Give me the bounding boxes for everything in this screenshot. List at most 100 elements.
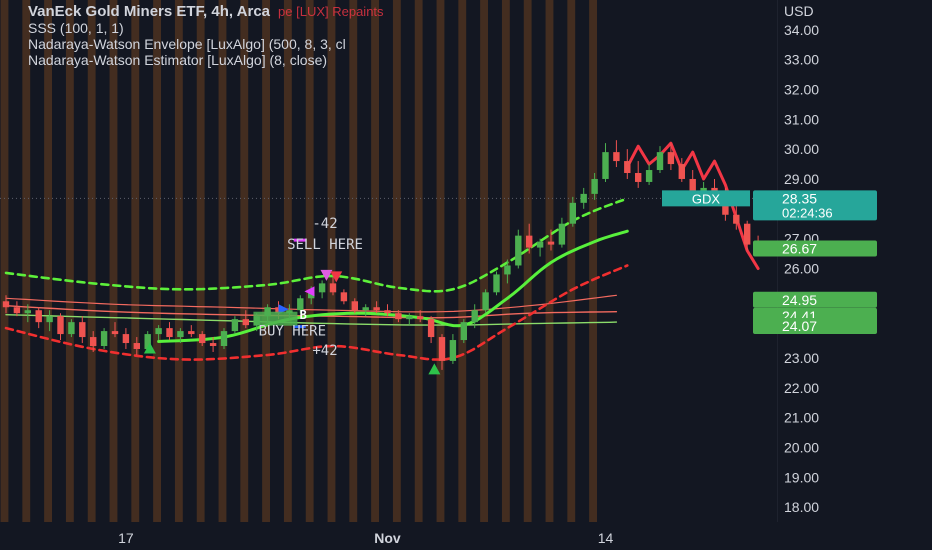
signal-annotation: -42 bbox=[312, 216, 337, 232]
candle-body bbox=[340, 292, 348, 302]
bar-stripe bbox=[0, 0, 9, 522]
candle-body bbox=[482, 292, 489, 311]
bar-stripe bbox=[262, 0, 270, 522]
price-label-text: 26.67 bbox=[782, 240, 817, 256]
price-tick: 32.00 bbox=[784, 81, 819, 97]
bar-stripe bbox=[371, 0, 379, 522]
price-tick: 21.00 bbox=[784, 410, 819, 426]
price-tick: 26.00 bbox=[784, 260, 819, 276]
time-tick: 14 bbox=[598, 530, 614, 546]
bar-stripe bbox=[283, 0, 292, 522]
legend-sss: SSS (100, 1, 1) bbox=[28, 20, 124, 36]
candle-body bbox=[155, 328, 162, 335]
nw-envelope bbox=[4, 141, 760, 361]
candle-body bbox=[536, 241, 544, 248]
bar-stripe bbox=[44, 0, 52, 522]
bar-stripe bbox=[131, 0, 140, 522]
candle-body bbox=[678, 164, 685, 179]
candle-body bbox=[188, 331, 195, 335]
candle-body bbox=[68, 322, 75, 335]
legend-nw-envelope: Nadaraya-Watson Envelope [LuxAlgo] (500,… bbox=[28, 36, 346, 52]
candle-body bbox=[656, 152, 664, 171]
candle-body bbox=[122, 334, 130, 344]
price-label-text: 24.07 bbox=[782, 318, 817, 334]
time-axis[interactable] bbox=[0, 522, 932, 550]
bar-stripe bbox=[87, 0, 96, 522]
bar-stripe bbox=[174, 0, 183, 522]
candle-body bbox=[613, 152, 620, 162]
price-tick: 22.00 bbox=[784, 380, 819, 396]
candle-body bbox=[318, 283, 326, 293]
candle-body bbox=[100, 331, 108, 347]
candle-body bbox=[231, 319, 239, 332]
candle-body bbox=[471, 310, 478, 323]
candle-body bbox=[667, 152, 675, 165]
candle-body bbox=[569, 202, 576, 224]
candle-body bbox=[526, 235, 533, 248]
bar-stripe bbox=[523, 0, 532, 522]
candle-body bbox=[395, 313, 402, 320]
bar-stripe bbox=[567, 0, 576, 522]
candle-body bbox=[90, 337, 97, 347]
signal-annotation: BUY HERE bbox=[259, 324, 326, 340]
candle-body bbox=[351, 301, 358, 311]
bar-stripe bbox=[305, 0, 314, 522]
candle-body bbox=[515, 235, 522, 266]
candle-body bbox=[417, 316, 424, 320]
legend-title: VanEck Gold Miners ETF, 4h, Arca pe [LUX]… bbox=[28, 4, 384, 20]
candle-body bbox=[591, 178, 598, 194]
bar-stripe bbox=[436, 0, 445, 522]
price-tick: 30.00 bbox=[784, 141, 819, 157]
candle-body bbox=[384, 310, 391, 314]
candle-body bbox=[438, 337, 446, 361]
price-label-text: 28.35 bbox=[782, 190, 817, 206]
candle-body bbox=[427, 319, 435, 338]
candle-body bbox=[645, 170, 653, 182]
candle-body bbox=[242, 319, 249, 326]
candle-body bbox=[504, 265, 511, 275]
bar-stripe bbox=[414, 0, 423, 522]
candle-body bbox=[460, 322, 467, 341]
chart-legend: VanEck Gold Miners ETF, 4h, Arca pe [LUX]… bbox=[28, 4, 384, 69]
bar-stripe bbox=[392, 0, 401, 522]
candle-body bbox=[624, 161, 631, 174]
candle-body bbox=[35, 310, 42, 323]
candle-body bbox=[2, 301, 10, 308]
price-tick: 33.00 bbox=[784, 52, 819, 68]
price-tick: 19.00 bbox=[784, 469, 819, 485]
legend-title-suffix: pe [LUX] Repaints bbox=[278, 4, 384, 19]
candle-body bbox=[79, 322, 86, 338]
price-tick: 18.00 bbox=[784, 499, 819, 515]
bar-stripe bbox=[501, 0, 510, 522]
bar-stripe bbox=[196, 0, 205, 522]
time-tick: 17 bbox=[118, 530, 134, 546]
bar-stripe bbox=[240, 0, 249, 522]
candle-body bbox=[362, 307, 369, 311]
candle-body bbox=[580, 193, 587, 203]
candle-body bbox=[220, 331, 228, 347]
signal-annotation: B bbox=[300, 308, 307, 322]
candle-body bbox=[744, 223, 751, 245]
candle-body bbox=[24, 310, 31, 314]
bar-stripe bbox=[349, 0, 358, 522]
candle-body bbox=[558, 223, 566, 245]
bar-stripe bbox=[65, 0, 74, 522]
candle-body bbox=[166, 328, 173, 338]
price-tick: 31.00 bbox=[784, 111, 819, 127]
candle-body bbox=[111, 331, 119, 335]
currency-label: USD bbox=[784, 3, 814, 19]
candle-body bbox=[13, 307, 21, 314]
candle-body bbox=[733, 214, 740, 224]
bar-stripe bbox=[153, 0, 161, 522]
price-tick: 34.00 bbox=[784, 22, 819, 38]
countdown-text: 02:24:36 bbox=[782, 205, 833, 220]
candle-body bbox=[547, 241, 555, 245]
signal-annotation: SELL HERE bbox=[287, 237, 363, 253]
bar-stripe bbox=[22, 0, 31, 522]
bar-stripe bbox=[589, 0, 597, 522]
symbol-tag-text: GDX bbox=[692, 191, 721, 206]
candle-body bbox=[493, 274, 500, 293]
price-tick: 23.00 bbox=[784, 350, 819, 366]
price-chart[interactable]: -42 SELL HERE BUY HERE +42 B USD 18.00 19.00 20… bbox=[0, 0, 932, 550]
candle-body bbox=[406, 316, 413, 320]
